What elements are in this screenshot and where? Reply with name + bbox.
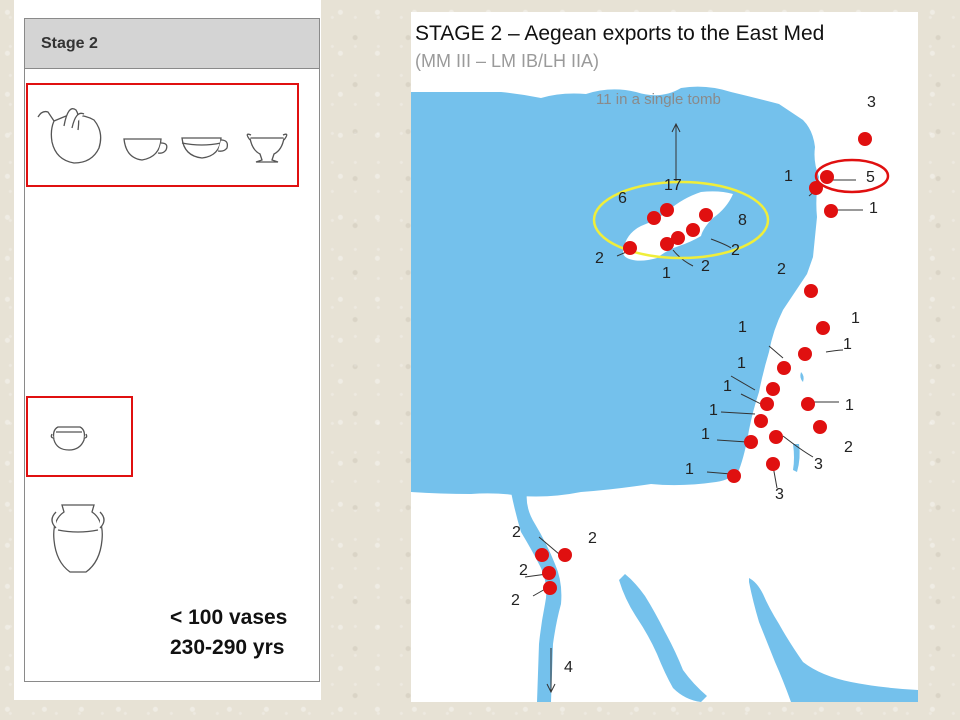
find-site-marker — [809, 181, 823, 195]
find-site-marker — [816, 321, 830, 335]
find-site-marker — [542, 566, 556, 580]
count-label: 3 — [867, 94, 876, 111]
vase-count: < 100 vases — [170, 606, 288, 629]
count-label: 3 — [814, 456, 823, 473]
find-site-marker — [820, 170, 834, 184]
count-label: 1 — [685, 461, 694, 478]
count-label: 2 — [844, 439, 853, 456]
count-label: 1 — [843, 336, 852, 353]
find-site-marker — [760, 397, 774, 411]
count-label: 1 — [738, 319, 747, 336]
count-label: 8 — [738, 212, 747, 229]
sea-body — [411, 86, 819, 497]
find-site-marker — [727, 469, 741, 483]
count-label: 1 — [851, 310, 860, 327]
find-site-marker — [801, 397, 815, 411]
count-label: 1 — [709, 402, 718, 419]
find-site-marker — [804, 284, 818, 298]
find-site-marker — [754, 414, 768, 428]
count-label: 1 — [737, 355, 746, 372]
count-label: 1 — [723, 378, 732, 395]
cup-icon — [123, 138, 168, 161]
find-site-marker — [766, 457, 780, 471]
count-label: 2 — [595, 250, 604, 267]
find-site-marker — [686, 223, 700, 237]
find-site-marker — [623, 241, 637, 255]
count-label: 2 — [519, 562, 528, 579]
find-site-marker — [660, 237, 674, 251]
gulf-of-suez — [619, 574, 707, 702]
single-tomb-note: 11 in a single tomb — [596, 91, 721, 108]
find-site-marker — [769, 430, 783, 444]
find-site-marker — [699, 208, 713, 222]
count-label: 17 — [664, 177, 682, 194]
find-site-marker — [558, 548, 572, 562]
find-site-marker — [744, 435, 758, 449]
sea-of-galilee — [800, 372, 804, 382]
count-label: 5 — [866, 169, 875, 186]
time-span: 230-290 yrs — [170, 636, 285, 659]
count-label: 2 — [701, 258, 710, 275]
stage-panel: Stage 2 < 100 vases 230-290 yrs — [14, 0, 321, 700]
find-site-marker — [660, 203, 674, 217]
count-label: 3 — [775, 486, 784, 503]
find-site-marker — [766, 382, 780, 396]
count-label: 4 — [564, 659, 573, 676]
count-label: 1 — [869, 200, 878, 217]
count-label: 1 — [845, 397, 854, 414]
count-label: 2 — [731, 242, 740, 259]
count-label: 2 — [588, 530, 597, 547]
handled-cup-icon — [181, 137, 229, 159]
east-med-map: 3 17 6 8 2 2 2 1 1 5 1 2 1 1 1 1 1 1 1 1… — [411, 86, 918, 702]
vessel-drawings — [37, 108, 288, 573]
count-label: 2 — [777, 261, 786, 278]
summary-block: < 100 vases 230-290 yrs — [170, 603, 287, 663]
find-site-marker — [824, 204, 838, 218]
count-label: 1 — [701, 426, 710, 443]
squat-jar-icon — [50, 426, 88, 451]
map-title: STAGE 2 – Aegean exports to the East Med — [415, 22, 825, 45]
count-label: 1 — [662, 265, 671, 282]
count-label: 2 — [512, 524, 521, 541]
find-site-marker — [858, 132, 872, 146]
count-label: 6 — [618, 190, 627, 207]
count-label: 2 — [511, 592, 520, 609]
gulf-of-aqaba — [749, 578, 918, 702]
jug-icon — [37, 108, 102, 164]
find-site-marker — [813, 420, 827, 434]
find-site-marker — [543, 581, 557, 595]
find-site-marker — [798, 347, 812, 361]
kylix-icon — [246, 133, 288, 163]
find-site-marker — [535, 548, 549, 562]
find-site-marker — [647, 211, 661, 225]
map-panel: 3 17 6 8 2 2 2 1 1 5 1 2 1 1 1 1 1 1 1 1… — [411, 12, 918, 702]
count-label: 1 — [784, 168, 793, 185]
amphora-icon — [51, 504, 105, 573]
map-subtitle: (MM III – LM IB/LH IIA) — [415, 51, 600, 71]
find-site-marker — [777, 361, 791, 375]
